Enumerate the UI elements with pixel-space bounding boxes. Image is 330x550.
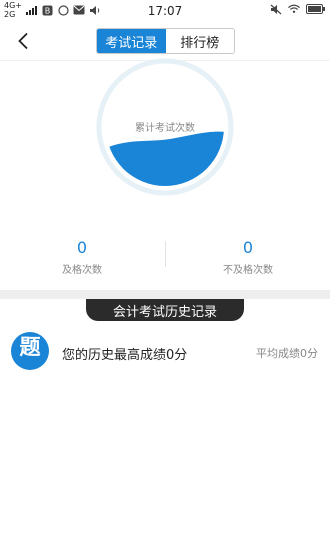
total-exams-value: 0 bbox=[158, 140, 172, 164]
wifi-icon bbox=[288, 3, 300, 15]
pass-count-block: 0 及格次数 bbox=[22, 238, 142, 277]
history-section-title: 会计考试历史记录 bbox=[86, 299, 244, 321]
mute-icon bbox=[270, 3, 282, 15]
fail-count-label: 不及格次数 bbox=[223, 265, 273, 276]
tab-leaderboard[interactable]: 排行榜 bbox=[165, 29, 234, 53]
fail-count-value: 0 bbox=[242, 238, 254, 257]
segmented-control: 考试记录 排行榜 bbox=[96, 28, 235, 54]
total-exams-label: 累计考试次数 bbox=[135, 123, 195, 134]
stat-divider bbox=[165, 241, 166, 267]
status-bar: 4G+ 2G B 17:07 bbox=[0, 0, 330, 22]
battery-icon bbox=[306, 3, 326, 15]
nav-bar: 考试记录 排行榜 bbox=[0, 22, 330, 60]
fail-count-block: 0 不及格次数 bbox=[188, 238, 308, 277]
back-button[interactable] bbox=[10, 28, 36, 54]
app-logo-glyph: 题 bbox=[19, 335, 41, 359]
tab-exam-records[interactable]: 考试记录 bbox=[97, 29, 166, 53]
status-right bbox=[270, 3, 326, 15]
app-logo-icon: 题 bbox=[11, 332, 49, 370]
best-score-text: 您的历史最高成绩0分 bbox=[62, 348, 188, 363]
chevron-left-icon bbox=[18, 32, 28, 50]
average-score-text: 平均成绩0分 bbox=[256, 347, 318, 360]
section-separator bbox=[0, 290, 330, 299]
pass-count-label: 及格次数 bbox=[62, 265, 102, 276]
history-row[interactable]: 题 您的历史最高成绩0分 平均成绩0分 bbox=[0, 330, 330, 376]
pass-count-value: 0 bbox=[76, 238, 88, 257]
